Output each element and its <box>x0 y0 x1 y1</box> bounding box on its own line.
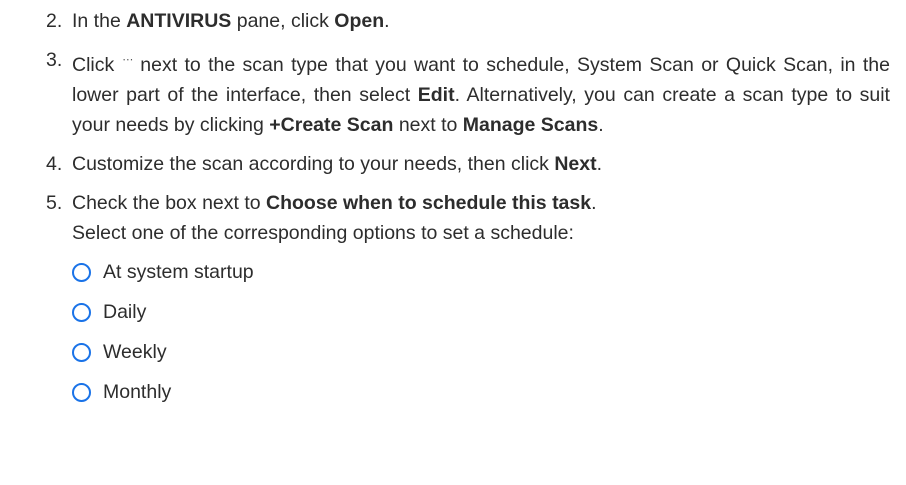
step-emphasis: Open <box>334 10 385 32</box>
step-text: Select one of the corresponding options … <box>72 222 574 244</box>
step-text: Check the box next to <box>72 192 267 214</box>
schedule-options-list: At system startup Daily Weekly Monthly <box>72 257 890 407</box>
schedule-option-label: Weekly <box>103 341 167 363</box>
more-horizontal-icon: ⋯ <box>122 54 133 66</box>
step-text: Click <box>72 54 115 76</box>
step-text: pane, click <box>231 10 335 32</box>
schedule-option-label: At system startup <box>103 261 254 283</box>
step-emphasis: Manage Scans <box>462 114 599 136</box>
step-emphasis: ANTIVIRUS <box>126 10 232 32</box>
step-2: 2. In the ANTIVIRUS pane, click Open. <box>46 6 890 36</box>
step-4: 4. Customize the scan according to your … <box>46 149 890 179</box>
step-number: 4. <box>46 153 63 175</box>
step-text: . <box>598 114 604 136</box>
radio-circle-icon <box>72 343 91 362</box>
step-3: 3. Click ⋯ next to the scan type that you … <box>46 45 890 140</box>
step-emphasis: +Create Scan <box>269 114 394 136</box>
step-text: next to <box>393 114 463 136</box>
step-number: 5. <box>46 192 63 214</box>
instructions-document: 2. In the ANTIVIRUS pane, click Open. 3.… <box>0 0 906 407</box>
step-5: 5. Check the box next to Choose when to … <box>46 188 890 407</box>
step-text: . <box>591 192 597 214</box>
radio-circle-icon <box>72 383 91 402</box>
schedule-option-weekly: Weekly <box>72 337 890 367</box>
step-emphasis: Next <box>554 153 597 175</box>
step-number: 2. <box>46 10 63 32</box>
radio-circle-icon <box>72 303 91 322</box>
step-text: . <box>596 153 603 175</box>
radio-circle-icon <box>72 263 91 282</box>
schedule-option-label: Daily <box>103 301 147 323</box>
schedule-option-at-system-startup: At system startup <box>72 257 890 287</box>
step-text: . <box>384 10 390 32</box>
step-text: In the <box>72 10 127 32</box>
step-number: 3. <box>46 49 63 71</box>
step-emphasis: Edit <box>417 84 455 106</box>
step-emphasis: Choose when to schedule this task <box>266 192 592 214</box>
step-text: Customize the scan according to your nee… <box>72 153 555 175</box>
schedule-option-monthly: Monthly <box>72 377 890 407</box>
schedule-option-daily: Daily <box>72 297 890 327</box>
schedule-option-label: Monthly <box>103 381 172 403</box>
